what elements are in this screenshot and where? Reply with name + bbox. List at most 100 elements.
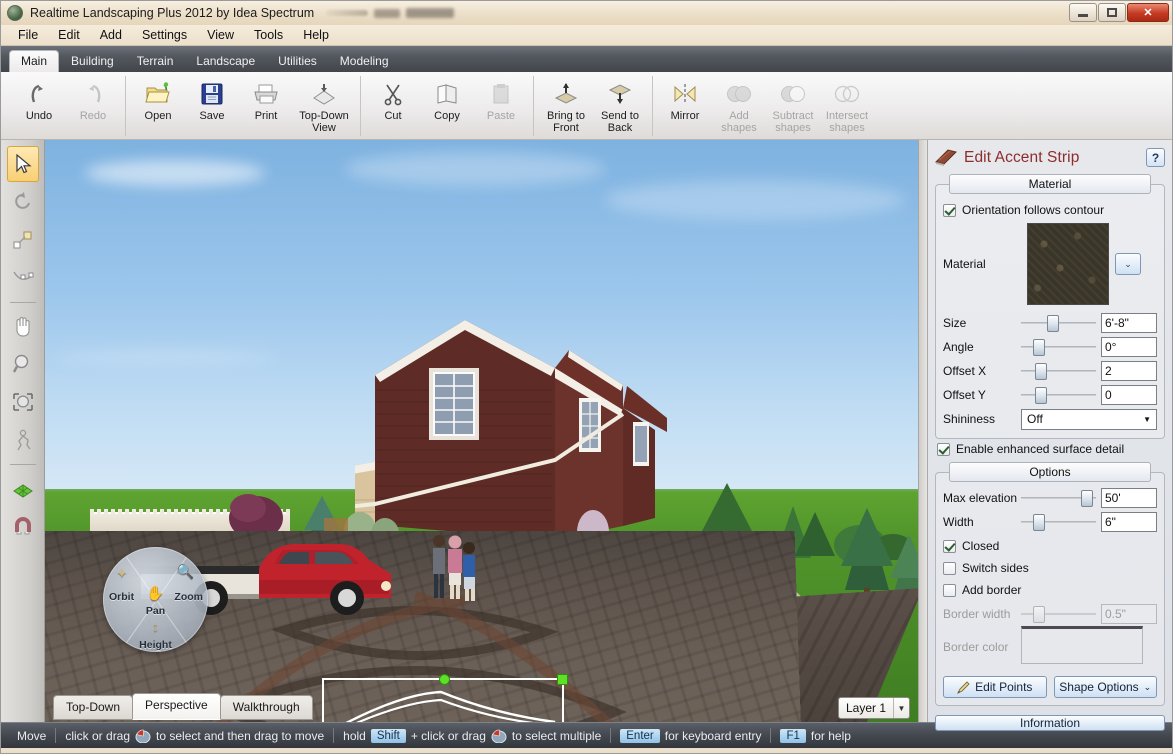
menu-settings[interactable]: Settings: [133, 26, 196, 44]
shininess-value: Off: [1027, 412, 1043, 426]
size-row: Size 6'-8": [943, 311, 1157, 335]
paste-button[interactable]: Paste: [474, 76, 528, 123]
minimize-button[interactable]: [1069, 3, 1097, 22]
nav-label-zoom[interactable]: Zoom: [174, 591, 203, 603]
size-slider[interactable]: [1021, 312, 1096, 334]
select-tool[interactable]: [6, 146, 39, 182]
layer-selector[interactable]: Layer 1 ▼: [837, 697, 910, 719]
rotate-tool[interactable]: [7, 184, 39, 220]
status-hint-multi-select: hold Shift + click or drag to select mul…: [334, 727, 610, 745]
status-hint-keyboard-entry: Enter for keyboard entry: [611, 727, 770, 745]
help-button[interactable]: ?: [1146, 148, 1165, 167]
menu-edit[interactable]: Edit: [49, 26, 89, 44]
information-button[interactable]: Information: [935, 715, 1165, 731]
nav-label-orbit[interactable]: Orbit: [109, 591, 134, 603]
copy-button[interactable]: Copy: [420, 76, 474, 123]
shape-options-button[interactable]: Shape Options ⌄: [1053, 676, 1157, 698]
menu-add[interactable]: Add: [91, 26, 131, 44]
offset-y-label: Offset Y: [943, 388, 986, 402]
pan-tool[interactable]: [7, 308, 39, 344]
terrain-grid-tool[interactable]: [7, 470, 39, 506]
close-button[interactable]: ✕: [1127, 3, 1169, 22]
save-button[interactable]: Save: [185, 76, 239, 123]
navigation-compass-widget[interactable]: ✦ 🔍 ✋ ↕ Orbit Zoom Pan Height: [103, 547, 208, 652]
width-slider[interactable]: [1021, 511, 1096, 533]
pan-hand-icon[interactable]: ✋: [147, 585, 164, 602]
angle-slider[interactable]: [1021, 336, 1096, 358]
view-tab-walkthrough[interactable]: Walkthrough: [219, 695, 313, 720]
closed-row[interactable]: Closed: [943, 536, 1157, 556]
shininess-select[interactable]: Off ▼: [1021, 408, 1157, 430]
3d-viewport[interactable]: ✦ 🔍 ✋ ↕ Orbit Zoom Pan Height Top-Down P…: [45, 140, 918, 722]
zoom-window-tool[interactable]: [7, 384, 39, 420]
zoom-tool[interactable]: [7, 346, 39, 382]
maximize-button[interactable]: [1098, 3, 1126, 22]
orientation-follows-contour-row[interactable]: Orientation follows contour: [943, 200, 1157, 220]
offset-x-slider[interactable]: [1021, 360, 1096, 382]
width-value[interactable]: 6": [1101, 512, 1157, 532]
chevron-down-icon[interactable]: ▼: [893, 698, 909, 718]
add-border-checkbox[interactable]: [943, 583, 956, 597]
resize-handle[interactable]: [557, 674, 568, 685]
edit-curve-tool[interactable]: [7, 260, 39, 296]
closed-checkbox[interactable]: [943, 539, 956, 553]
tab-utilities[interactable]: Utilities: [267, 51, 328, 72]
menu-file[interactable]: File: [9, 26, 47, 44]
tab-terrain[interactable]: Terrain: [126, 51, 185, 72]
tab-main[interactable]: Main: [9, 50, 60, 72]
cut-button[interactable]: Cut: [366, 76, 420, 123]
top-down-view-button[interactable]: Top-Down View: [293, 76, 355, 134]
switch-sides-checkbox[interactable]: [943, 561, 956, 575]
rotate-handle[interactable]: [439, 674, 450, 685]
menu-view[interactable]: View: [198, 26, 243, 44]
orientation-follows-contour-checkbox[interactable]: [943, 203, 956, 217]
intersect-shapes-button[interactable]: Intersect shapes: [820, 76, 874, 134]
menu-tools[interactable]: Tools: [245, 26, 292, 44]
print-button[interactable]: Print: [239, 76, 293, 123]
cloud: [345, 152, 605, 186]
walkthrough-tool[interactable]: [7, 422, 39, 458]
edit-points-button[interactable]: Edit Points: [943, 676, 1047, 698]
tab-modeling[interactable]: Modeling: [329, 51, 400, 72]
subtract-shapes-button[interactable]: Subtract shapes: [766, 76, 820, 134]
enhanced-surface-detail-checkbox[interactable]: [937, 442, 950, 456]
switch-sides-row[interactable]: Switch sides: [943, 558, 1157, 578]
scale-tool[interactable]: [7, 222, 39, 258]
open-button[interactable]: Open: [131, 76, 185, 123]
add-border-row[interactable]: Add border: [943, 580, 1157, 600]
cloud: [85, 160, 265, 186]
bring-to-front-button[interactable]: Bring to Front: [539, 76, 593, 134]
view-tab-perspective[interactable]: Perspective: [132, 693, 221, 720]
nav-label-pan[interactable]: Pan: [146, 605, 165, 617]
material-dropdown-button[interactable]: ⌄: [1115, 253, 1141, 275]
height-arrow-icon[interactable]: ↕: [152, 618, 159, 634]
material-swatch-preview[interactable]: [1027, 223, 1109, 305]
undo-button[interactable]: Undo: [12, 76, 66, 123]
view-tab-top-down[interactable]: Top-Down: [53, 695, 134, 720]
width-row: Width 6": [943, 510, 1157, 534]
tab-landscape[interactable]: Landscape: [185, 51, 266, 72]
add-shapes-icon: [724, 79, 754, 109]
offset-x-value[interactable]: 2: [1101, 361, 1157, 381]
mirror-button[interactable]: Mirror: [658, 76, 712, 123]
tab-building[interactable]: Building: [60, 51, 125, 72]
orbit-icon[interactable]: ✦: [116, 565, 128, 582]
offset-y-slider[interactable]: [1021, 384, 1096, 406]
snap-magnet-tool[interactable]: [7, 508, 39, 544]
zoom-magnifier-icon[interactable]: 🔍: [177, 563, 194, 580]
enhanced-surface-detail-row[interactable]: Enable enhanced surface detail: [937, 442, 1165, 456]
menu-help[interactable]: Help: [294, 26, 338, 44]
angle-value[interactable]: 0°: [1101, 337, 1157, 357]
offset-y-value[interactable]: 0: [1101, 385, 1157, 405]
add-shapes-button[interactable]: Add shapes: [712, 76, 766, 134]
max-elevation-value[interactable]: 50': [1101, 488, 1157, 508]
max-elevation-slider[interactable]: [1021, 487, 1096, 509]
send-to-back-button[interactable]: Send to Back: [593, 76, 647, 134]
max-elevation-label: Max elevation: [943, 491, 1018, 505]
menu-bar: File Edit Add Settings View Tools Help: [1, 25, 1172, 46]
viewport-scrollbar[interactable]: [918, 140, 927, 722]
redo-button[interactable]: Redo: [66, 76, 120, 123]
size-value[interactable]: 6'-8": [1101, 313, 1157, 333]
nav-label-height[interactable]: Height: [139, 639, 172, 651]
mouse-left-click-icon: [135, 729, 151, 743]
